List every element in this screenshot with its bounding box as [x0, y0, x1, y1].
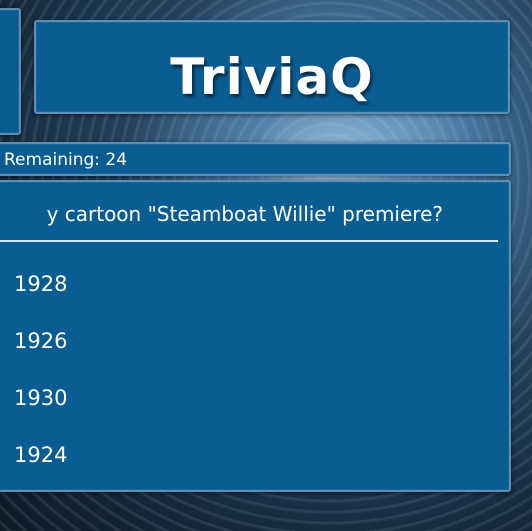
answer-option-1[interactable]: 1928 [14, 266, 454, 302]
question-divider [0, 240, 498, 242]
answer-option-2[interactable]: 1926 [14, 323, 454, 359]
answer-option-3[interactable]: 1930 [14, 380, 454, 416]
answer-option-4[interactable]: 1924 [14, 437, 454, 473]
title-panel: TriviaQ [34, 20, 510, 114]
question-text: y cartoon "Steamboat Willie" premiere? [46, 202, 443, 226]
app-title: TriviaQ [170, 48, 374, 106]
side-panel [0, 8, 21, 135]
question-panel: y cartoon "Steamboat Willie" premiere? 1… [0, 180, 511, 492]
remaining-bar: Remaining: 24 [0, 142, 511, 176]
remaining-counter: Remaining: 24 [4, 150, 128, 170]
